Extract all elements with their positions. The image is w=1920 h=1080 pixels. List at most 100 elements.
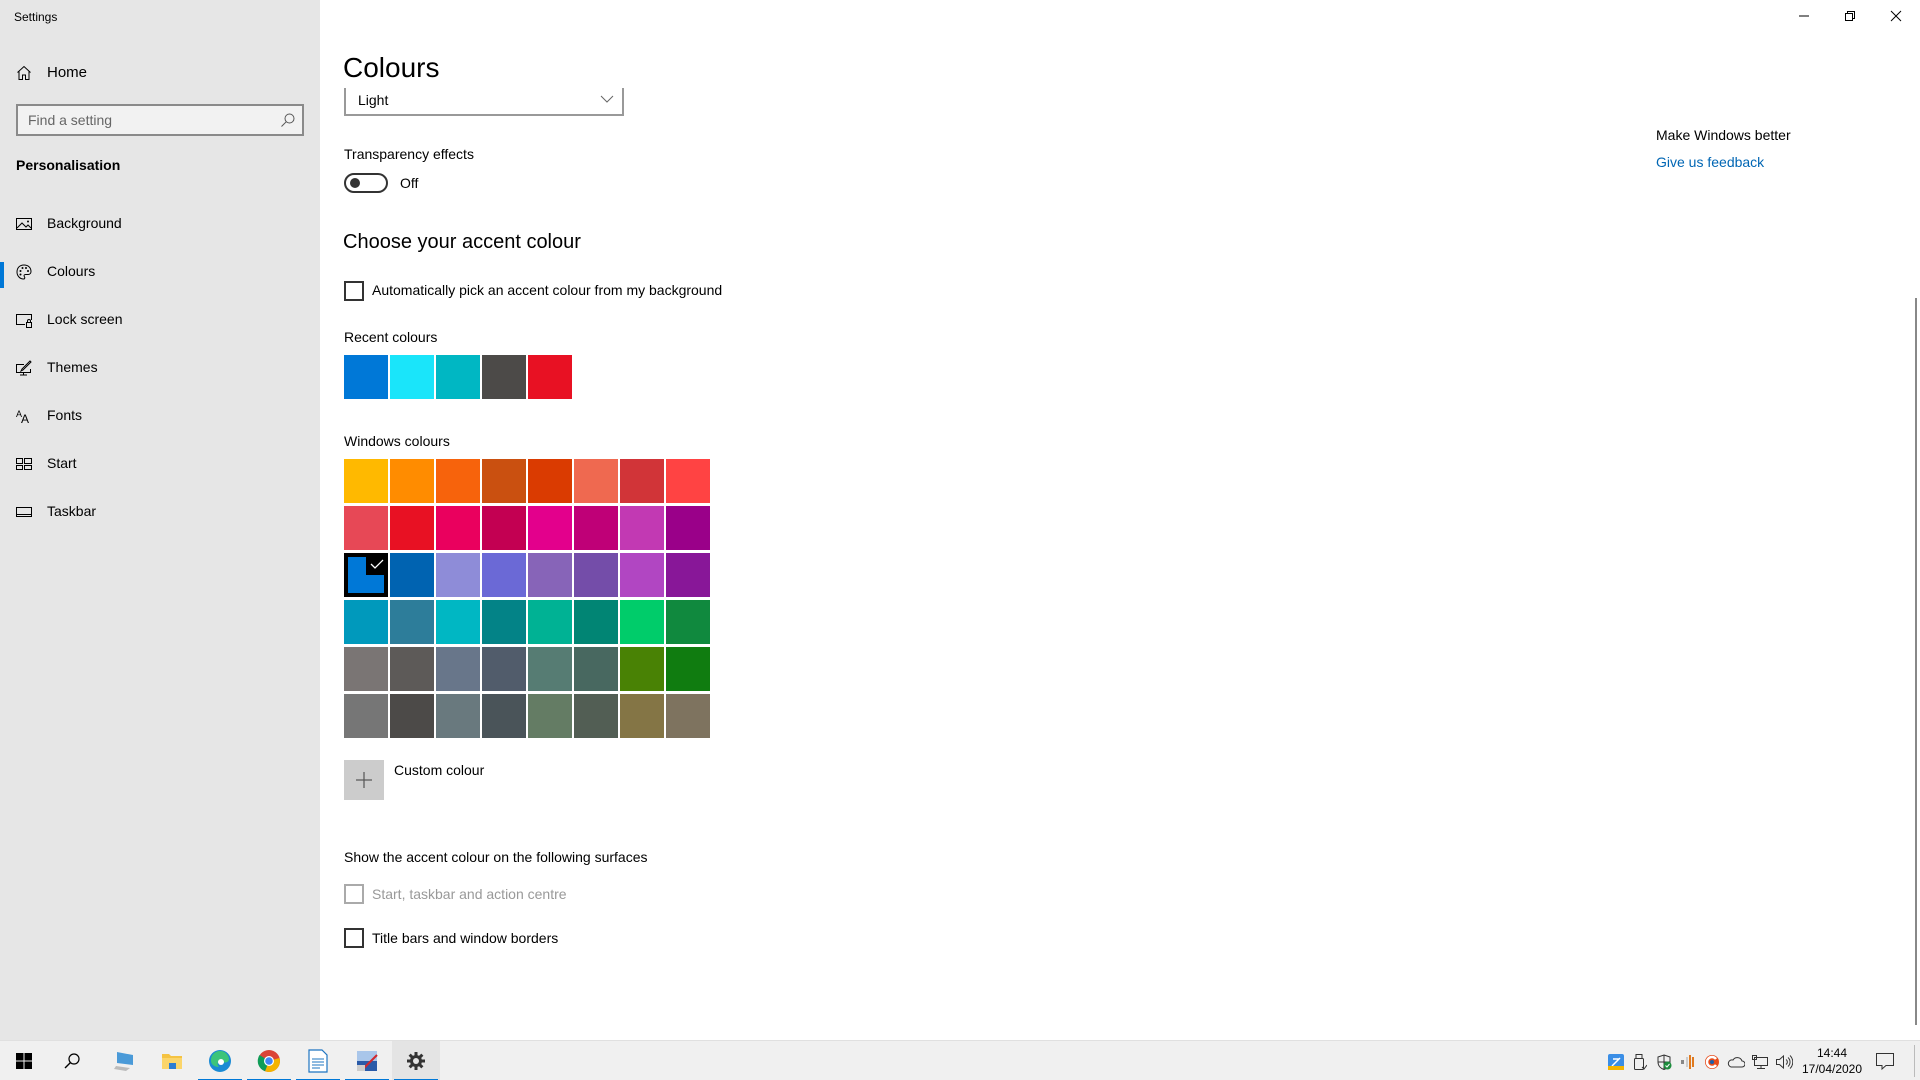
scrollbar[interactable] [1915, 298, 1917, 1025]
search-input[interactable] [18, 106, 268, 134]
windows-colour-swatch[interactable] [390, 459, 434, 503]
windows-colour-swatch[interactable] [666, 553, 710, 597]
restore-button[interactable] [1827, 0, 1873, 32]
sidebar-item-colours[interactable]: Colours [0, 252, 320, 292]
windows-colour-swatch[interactable] [574, 647, 618, 691]
title-bars-checkbox[interactable] [344, 928, 364, 948]
minimize-button[interactable] [1781, 0, 1827, 32]
windows-colour-swatch[interactable] [574, 506, 618, 550]
windows-colour-swatch[interactable] [528, 694, 572, 738]
defender-icon[interactable] [1655, 1053, 1673, 1071]
sidebar-item-themes[interactable]: Themes [0, 348, 320, 388]
close-button[interactable] [1873, 0, 1919, 32]
sidebar-item-start[interactable]: Start [0, 444, 320, 484]
start-button[interactable] [0, 1041, 48, 1080]
windows-colour-swatch[interactable] [666, 694, 710, 738]
auto-pick-label[interactable]: Automatically pick an accent colour from… [372, 282, 722, 298]
auto-pick-checkbox[interactable] [344, 281, 364, 301]
windows-colour-swatch[interactable] [482, 506, 526, 550]
app-mode-dropdown[interactable]: Light [344, 88, 624, 116]
windows-colour-swatch[interactable] [390, 694, 434, 738]
windows-colour-swatch[interactable] [482, 459, 526, 503]
show-desktop-button[interactable] [1914, 1045, 1915, 1077]
windows-colour-swatch[interactable] [666, 506, 710, 550]
recent-colour-swatch[interactable] [528, 355, 572, 399]
taskbar-chrome[interactable] [245, 1041, 293, 1080]
windows-colour-swatch[interactable] [436, 506, 480, 550]
windows-colour-swatch[interactable] [574, 694, 618, 738]
clock[interactable]: 14:44 17/04/2020 [1797, 1045, 1867, 1077]
windows-colour-swatch[interactable] [344, 459, 388, 503]
title-bars-label[interactable]: Title bars and window borders [372, 930, 558, 946]
windows-colour-swatch[interactable] [482, 647, 526, 691]
windows-colour-swatch[interactable] [436, 694, 480, 738]
windows-colour-swatch[interactable] [344, 647, 388, 691]
recent-colour-swatch[interactable] [482, 355, 526, 399]
windows-colour-swatch[interactable] [482, 694, 526, 738]
windows-colour-swatch[interactable] [528, 553, 572, 597]
search-icon[interactable] [280, 112, 296, 128]
home-link[interactable]: Home [0, 58, 320, 88]
windows-colour-swatch[interactable] [436, 459, 480, 503]
taskbar-settings[interactable] [392, 1041, 440, 1080]
sidebar-item-background[interactable]: Background [0, 204, 320, 244]
windows-colour-swatch[interactable] [390, 600, 434, 644]
windows-colour-swatch[interactable] [344, 553, 388, 597]
windows-colour-swatch[interactable] [620, 506, 664, 550]
windows-colour-swatch[interactable] [390, 553, 434, 597]
windows-colour-swatch[interactable] [574, 459, 618, 503]
onedrive-icon[interactable] [1727, 1053, 1745, 1071]
windows-colour-swatch[interactable] [666, 459, 710, 503]
search-box[interactable] [16, 104, 304, 136]
start-taskbar-checkbox[interactable] [344, 884, 364, 904]
surfaces-heading: Show the accent colour on the following … [344, 849, 648, 865]
sidebar-item-taskbar[interactable]: Taskbar [0, 492, 320, 532]
taskbar-edge[interactable] [196, 1041, 244, 1080]
app-tray-icon[interactable] [1607, 1053, 1625, 1071]
windows-colour-swatch[interactable] [528, 647, 572, 691]
taskbar-paint-app[interactable] [343, 1041, 391, 1080]
windows-colour-swatch[interactable] [482, 553, 526, 597]
search-button[interactable] [48, 1041, 96, 1080]
sidebar-item-lock-screen[interactable]: Lock screen [0, 300, 320, 340]
windows-colour-swatch[interactable] [666, 647, 710, 691]
give-feedback-link[interactable]: Give us feedback [1656, 154, 1764, 170]
custom-colour-button[interactable] [344, 760, 384, 800]
windows-colour-swatch[interactable] [620, 694, 664, 738]
windows-colour-swatch[interactable] [390, 506, 434, 550]
windows-colour-swatch[interactable] [482, 600, 526, 644]
ccleaner-icon[interactable] [1703, 1053, 1721, 1071]
recent-colour-swatch[interactable] [390, 355, 434, 399]
windows-colour-swatch[interactable] [620, 600, 664, 644]
usb-icon[interactable] [1631, 1053, 1649, 1071]
windows-colour-swatch[interactable] [528, 600, 572, 644]
windows-colour-swatch[interactable] [620, 459, 664, 503]
taskbar-file-explorer[interactable] [148, 1041, 196, 1080]
windows-colour-swatch[interactable] [390, 647, 434, 691]
taskbar-this-pc[interactable] [100, 1041, 148, 1080]
windows-colour-swatch[interactable] [574, 600, 618, 644]
windows-colour-swatch[interactable] [574, 553, 618, 597]
volume-icon[interactable] [1775, 1053, 1793, 1071]
audio-app-icon[interactable] [1679, 1053, 1697, 1071]
sidebar-item-fonts[interactable]: AA Fonts [0, 396, 320, 436]
taskbar-writer[interactable] [294, 1041, 342, 1080]
windows-colour-swatch[interactable] [344, 600, 388, 644]
windows-colour-swatch[interactable] [620, 553, 664, 597]
recent-colour-swatch[interactable] [436, 355, 480, 399]
windows-colour-swatch[interactable] [436, 647, 480, 691]
windows-colour-swatch[interactable] [666, 600, 710, 644]
action-center-button[interactable] [1874, 1051, 1896, 1071]
windows-colour-swatch[interactable] [620, 647, 664, 691]
taskbar: 14:44 17/04/2020 [0, 1040, 1920, 1080]
windows-colour-swatch[interactable] [436, 553, 480, 597]
windows-colour-swatch[interactable] [436, 600, 480, 644]
windows-colour-swatch[interactable] [344, 506, 388, 550]
custom-colour-label[interactable]: Custom colour [394, 762, 484, 778]
network-icon[interactable] [1751, 1053, 1769, 1071]
transparency-toggle[interactable] [344, 173, 388, 193]
windows-colour-swatch[interactable] [344, 694, 388, 738]
windows-colour-swatch[interactable] [528, 506, 572, 550]
recent-colour-swatch[interactable] [344, 355, 388, 399]
windows-colour-swatch[interactable] [528, 459, 572, 503]
